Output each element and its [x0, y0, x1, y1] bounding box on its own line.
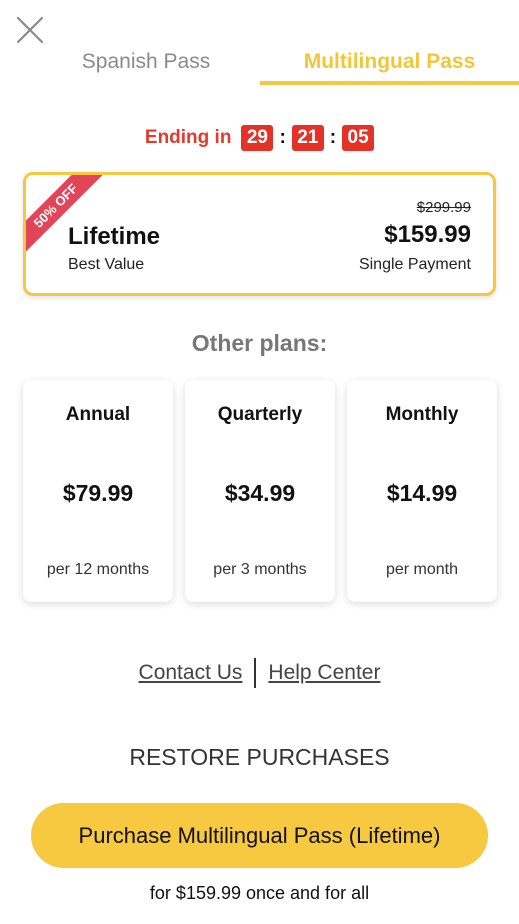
pass-tabs: Spanish Pass Multilingual Pass [0, 40, 519, 86]
plan-card-quarterly[interactable]: Quarterly $34.99 per 3 months [185, 380, 335, 602]
countdown-label: Ending in [144, 127, 232, 148]
lifetime-price: $159.99 [384, 221, 471, 248]
support-links: Contact Us Help Center [0, 658, 519, 688]
lifetime-plan-title: Lifetime [68, 223, 161, 250]
countdown-seconds: 05 [342, 125, 375, 151]
link-divider [254, 658, 257, 688]
countdown-separator: : [329, 127, 337, 148]
lifetime-plan-subtitle: Best Value [68, 256, 145, 273]
countdown-separator: : [279, 127, 286, 148]
plan-price: $34.99 [224, 480, 296, 506]
countdown-timer: Ending in 29 : 21 : 05 [0, 125, 519, 151]
plan-name: Monthly [385, 404, 459, 425]
other-plans-heading: Other plans: [191, 330, 328, 356]
help-center-link[interactable]: Help Center [268, 661, 380, 685]
contact-us-link[interactable]: Contact Us [139, 661, 243, 685]
countdown-minutes: 21 [291, 125, 324, 151]
active-tab-indicator [260, 81, 519, 85]
lifetime-payment-note: Single Payment [358, 256, 471, 273]
plan-list: Annual $79.99 per 12 months Quarterly $3… [23, 380, 497, 602]
purchase-footnote: for $159.99 once and for all [149, 883, 370, 903]
tab-spanish-pass[interactable]: Spanish Pass [36, 40, 256, 84]
restore-purchases-button[interactable]: RESTORE PURCHASES [0, 744, 519, 771]
plan-period: per 3 months [213, 561, 307, 578]
plan-card-annual[interactable]: Annual $79.99 per 12 months [23, 380, 173, 602]
plan-price: $14.99 [386, 480, 458, 506]
plan-card-monthly[interactable]: Monthly $14.99 per month [347, 380, 497, 602]
plan-period: per 12 months [46, 561, 150, 578]
plan-period: per month [385, 561, 459, 578]
lifetime-original-price: $299.99 [416, 199, 471, 216]
plan-price: $79.99 [62, 480, 134, 506]
plan-name: Annual [65, 404, 131, 425]
tab-multilingual-pass[interactable]: Multilingual Pass [260, 40, 519, 84]
countdown-hours: 29 [241, 125, 274, 151]
purchase-button[interactable]: Purchase Multilingual Pass (Lifetime) [31, 803, 488, 868]
lifetime-plan-card[interactable]: 50% OFF Lifetime Best Value $299.99 $159… [23, 172, 496, 296]
plan-name: Quarterly [217, 404, 303, 425]
